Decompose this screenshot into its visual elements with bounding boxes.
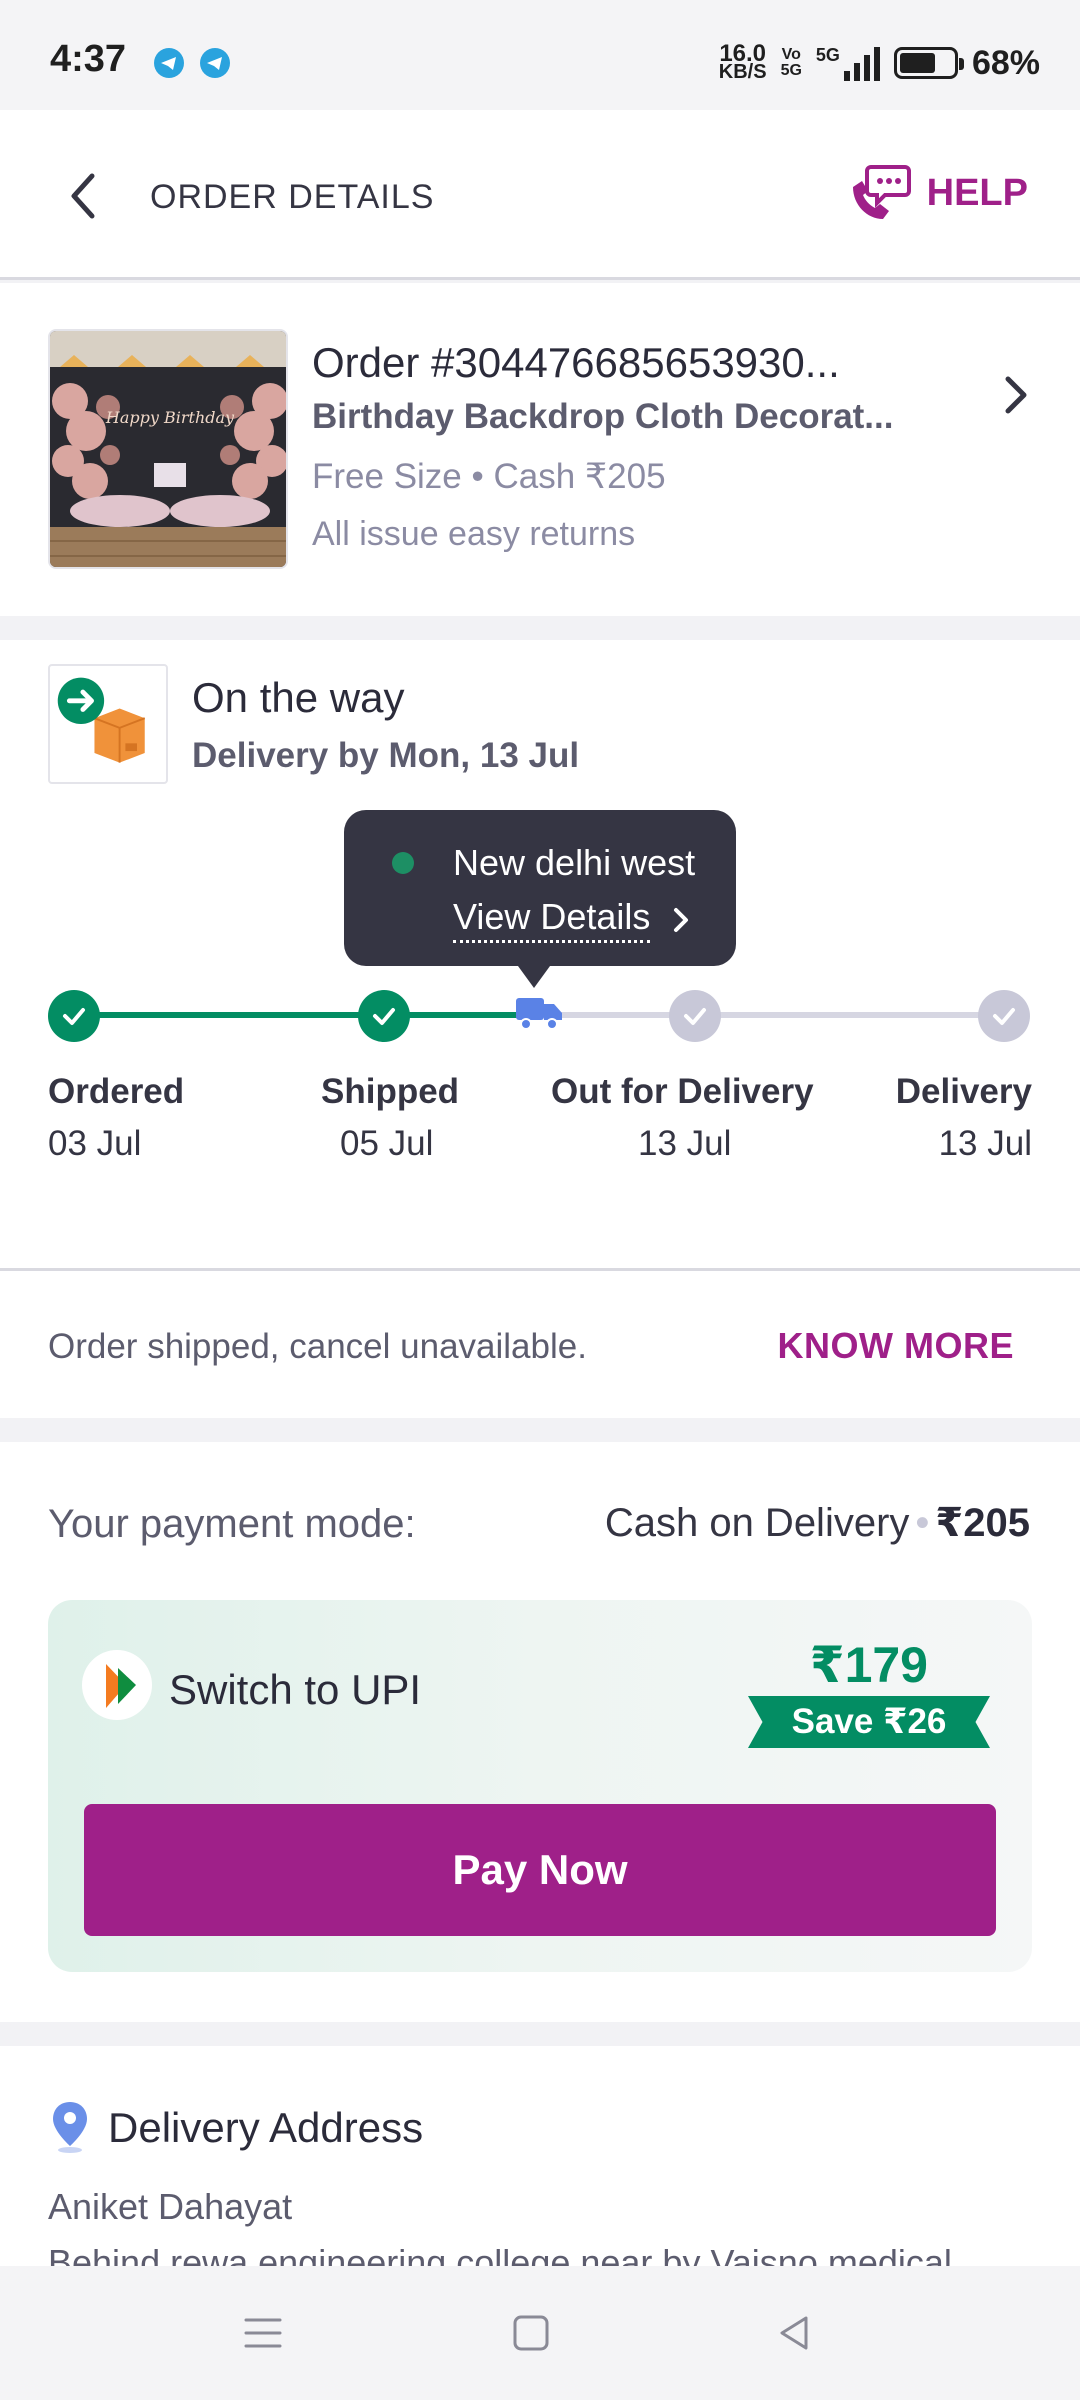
truck-icon — [516, 998, 562, 1030]
step-shipped-check-icon — [358, 990, 410, 1042]
help-label: HELP — [926, 171, 1028, 214]
step-ordered-check-icon — [48, 990, 100, 1042]
payment-mode-label: Your payment mode: — [48, 1502, 416, 1546]
battery-icon — [893, 47, 964, 79]
net-speed-unit: KB/S — [718, 61, 767, 83]
volte-indicator: Vo 5G — [781, 47, 802, 79]
system-nav-bar — [0, 2266, 1080, 2400]
shipment-status: On the way — [192, 674, 405, 721]
upi-offer-box: Switch to UPI ₹179 Save ₹26 Pay Now — [48, 1600, 1032, 1972]
network-type: 5G — [815, 45, 840, 65]
menu-icon[interactable] — [240, 2310, 286, 2356]
payment-amount: ₹205 — [935, 1501, 1030, 1545]
location-pin-icon — [53, 2102, 87, 2153]
home-icon[interactable] — [508, 2310, 554, 2356]
progress-line-complete — [74, 1012, 536, 1018]
recipient-name: Aniket Dahayat — [48, 2186, 293, 2227]
delivery-address-card: Delivery Address Aniket Dahayat Behind r… — [0, 2046, 1080, 2270]
step-date-delivery: 13 Jul — [938, 1124, 1032, 1163]
delivery-date: Mon, 13 Jul — [388, 736, 580, 775]
status-indicators: 16.0 KB/S Vo 5G 5G 68% — [719, 38, 1040, 88]
returns-policy: All issue easy returns — [312, 515, 636, 553]
status-bar: 4:37 16.0 KB/S Vo 5G 5G 68% — [0, 0, 1080, 110]
volte-bottom: 5G — [780, 62, 802, 79]
current-location: New delhi west — [453, 842, 696, 883]
product-meta: Free Size • Cash ₹205 — [312, 457, 666, 496]
product-thumbnail: Happy Birthday — [48, 329, 288, 569]
chevron-left-icon — [71, 173, 95, 219]
upi-savings-badge: Save ₹26 — [748, 1696, 990, 1748]
step-date-out-for-delivery: 13 Jul — [638, 1124, 732, 1163]
payment-mode-value: Cash on Delivery • ₹205 — [604, 1501, 1030, 1545]
net-speed: 16.0 KB/S — [718, 42, 767, 83]
chevron-right-icon — [674, 908, 688, 932]
tracking-card: On the way Delivery by Mon, 13 Jul New d… — [0, 640, 1080, 1268]
support-chat-icon — [852, 165, 911, 219]
know-more-link[interactable]: KNOW MORE — [778, 1325, 1014, 1367]
step-label-shipped: Shipped — [321, 1072, 460, 1111]
location-dot-icon — [392, 852, 414, 874]
view-details-link[interactable]: View Details — [453, 896, 651, 943]
step-label-out-for-delivery: Out for Delivery — [551, 1072, 814, 1111]
order-id: Order #304476685653930... — [312, 339, 840, 386]
thumbnail-caption: Happy Birthday — [105, 408, 235, 427]
app-header: ORDER DETAILS HELP — [0, 110, 1080, 280]
pay-now-button[interactable]: Pay Now — [84, 1804, 996, 1936]
order-summary-card[interactable]: Happy Birthday Order #304476685653930...… — [0, 283, 1080, 616]
step-date-ordered: 03 Jul — [48, 1124, 142, 1163]
delivery-label: Delivery by — [192, 736, 379, 775]
delivery-address-title: Delivery Address — [108, 2104, 424, 2151]
signal-icon: 5G — [816, 45, 880, 81]
progress-line-pending — [536, 1012, 1006, 1018]
step-label-delivery: Delivery — [895, 1072, 1032, 1111]
telegram-icon — [200, 48, 230, 78]
battery-percent: 68% — [971, 43, 1040, 82]
upi-price: ₹179 — [809, 1637, 928, 1693]
switch-to-upi-title: Switch to UPI — [169, 1666, 422, 1713]
payment-card: Your payment mode: Cash on Delivery • ₹205… — [0, 1442, 1080, 2022]
back-nav-icon[interactable] — [772, 2310, 818, 2356]
upi-logo-icon — [82, 1650, 152, 1720]
step-delivery-check-icon — [978, 990, 1030, 1042]
step-date-shipped: 05 Jul — [340, 1124, 434, 1163]
cancel-info-row: Order shipped, cancel unavailable. KNOW … — [0, 1268, 1080, 1418]
help-button[interactable]: HELP — [847, 158, 1028, 228]
chevron-right-icon[interactable] — [988, 367, 1044, 423]
step-label-ordered: Ordered — [48, 1072, 185, 1111]
cancel-status-text: Order shipped, cancel unavailable. — [48, 1327, 587, 1366]
step-out-for-delivery-check-icon — [669, 990, 721, 1042]
telegram-icon — [154, 48, 184, 78]
volte-top: Vo — [781, 46, 801, 63]
status-time: 4:37 — [50, 38, 127, 80]
delivery-estimate: Delivery by Mon, 13 Jul — [192, 736, 579, 776]
location-tooltip: New delhi west View Details — [344, 810, 736, 988]
package-icon — [48, 664, 168, 784]
product-name: Birthday Backdrop Cloth Decorat... — [312, 397, 894, 436]
page-title: ORDER DETAILS — [150, 178, 435, 216]
back-button[interactable] — [56, 166, 116, 226]
payment-mode: Cash on Delivery — [604, 1501, 910, 1545]
